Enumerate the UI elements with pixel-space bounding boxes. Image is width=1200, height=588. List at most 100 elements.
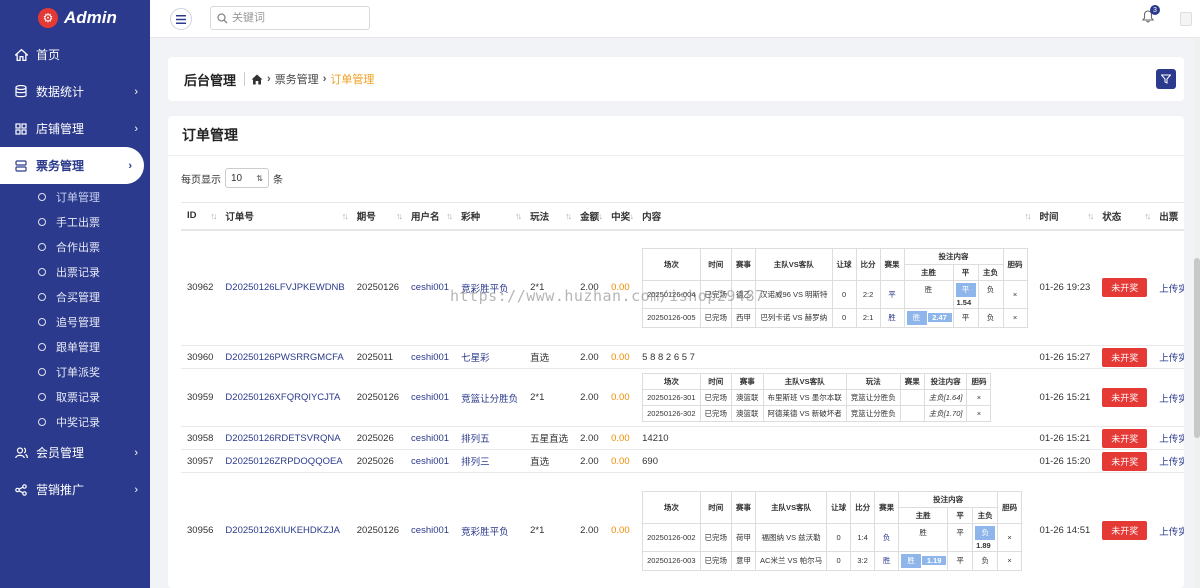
user-avatar[interactable] — [1180, 12, 1192, 26]
username-link[interactable]: ceshi001 — [405, 345, 456, 369]
sidebar-item-3[interactable]: 票务管理 › — [0, 147, 144, 184]
lottery-type-link[interactable]: 排列三 — [455, 449, 525, 473]
bet-option-cell: 负 1.89 — [972, 522, 999, 552]
column-header[interactable]: 期号 ↑↓ — [350, 202, 406, 231]
column-header[interactable]: 内容 ↑↓ — [636, 202, 1034, 231]
breadcrumb-item[interactable]: 票务管理 — [275, 71, 319, 87]
order-number-link[interactable]: D20250126LFVJPKEWDNB — [219, 229, 351, 346]
bet-option: 平 — [956, 527, 964, 537]
sort-icon[interactable]: ↑↓ — [396, 211, 403, 221]
search-box[interactable] — [210, 6, 370, 30]
sidebar-item-5[interactable]: 营销推广 › — [0, 471, 150, 508]
sidebar-item-4[interactable]: 会员管理 › — [0, 434, 150, 471]
upload-ticket-link[interactable]: 上传实票 — [1153, 426, 1184, 450]
column-header[interactable]: 状态 ↑↓ — [1096, 202, 1154, 231]
sort-icon[interactable]: ↑↓ — [596, 211, 603, 221]
filter-button[interactable] — [1156, 69, 1176, 89]
sort-icon[interactable]: ↑↓ — [1144, 211, 1151, 221]
inner-column-header: 投注内容 — [903, 247, 1004, 265]
column-header[interactable]: ID ↑↓ — [181, 202, 220, 231]
sub-item-6[interactable]: 跟单管理 — [0, 334, 150, 359]
sub-item-4[interactable]: 合买管理 — [0, 284, 150, 309]
order-number-link[interactable]: D20250126XFQRQIYCJTA — [219, 368, 351, 427]
scrollbar-thumb[interactable] — [1194, 258, 1200, 438]
status-badge[interactable]: 未开奖 — [1102, 521, 1148, 540]
page-size-select[interactable]: 10 ⇅ — [225, 168, 269, 188]
match-match: 20250126-302 — [642, 405, 701, 422]
menu-toggle-button[interactable] — [170, 8, 192, 30]
order-number-link[interactable]: D20250126ZRPDOQQOEA — [219, 449, 351, 473]
lottery-type-link[interactable]: 竞彩胜平负 — [455, 472, 525, 588]
bet-detail-table: 场次 时间 赛事 主队VS客队 让球 比分 赛果 投注内容 胆码 主胜平主负 20250126-00… — [642, 490, 1023, 571]
column-header[interactable]: 出票↑↓ — [1153, 202, 1184, 231]
sort-icon[interactable]: ↑↓ — [342, 211, 349, 221]
order-number-link[interactable]: D20250126RDETSVRQNA — [219, 426, 351, 450]
search-input[interactable] — [232, 12, 352, 24]
table-row[interactable]: 30959 D20250126XFQRQIYCJTA 20250126 ceshi00… — [181, 368, 1184, 427]
sidebar-item-2[interactable]: 店铺管理 › — [0, 110, 150, 147]
sub-item-5[interactable]: 追号管理 — [0, 309, 150, 334]
column-header[interactable]: 中奖 ↑↓ — [605, 202, 637, 231]
notification-button[interactable]: 3 — [1141, 5, 1160, 26]
username-link[interactable]: ceshi001 — [405, 426, 456, 450]
lottery-type-link[interactable]: 排列五 — [455, 426, 525, 450]
sub-item-1[interactable]: 手工出票 — [0, 209, 150, 234]
status-cell: 未开奖 — [1096, 472, 1154, 588]
lottery-type-link[interactable]: 竞篮让分胜负 — [455, 368, 525, 427]
status-badge[interactable]: 未开奖 — [1102, 388, 1148, 407]
lottery-type-link[interactable]: 竞彩胜平负 — [455, 229, 525, 346]
username-link[interactable]: ceshi001 — [405, 472, 456, 588]
sort-icon[interactable]: ↑↓ — [627, 211, 634, 221]
grid-icon — [14, 122, 28, 136]
upload-ticket-link[interactable]: 上传实票 — [1153, 229, 1184, 346]
status-badge[interactable]: 未开奖 — [1102, 347, 1148, 367]
circle-icon — [38, 317, 46, 326]
column-header-label: 内容 — [642, 211, 662, 223]
upload-ticket-link[interactable]: 上传实票 — [1153, 345, 1184, 369]
column-header[interactable]: 玩法 ↑↓ — [524, 202, 575, 231]
sub-item-0[interactable]: 订单管理 — [0, 184, 150, 209]
sort-icon[interactable]: ↑↓ — [1087, 211, 1094, 221]
sort-icon[interactable]: ↑↓ — [565, 211, 572, 221]
sort-icon[interactable]: ↑↓ — [446, 211, 453, 221]
sidebar-item-0[interactable]: 首页 — [0, 36, 150, 73]
status-badge[interactable]: 未开奖 — [1102, 278, 1148, 298]
sort-icon[interactable]: ↑↓ — [515, 211, 522, 221]
sub-item-9[interactable]: 中奖记录 — [0, 409, 150, 434]
brand[interactable]: ⚙ Admin — [0, 0, 150, 36]
upload-ticket-link[interactable]: 上传实票 — [1153, 449, 1184, 473]
lottery-type-link[interactable]: 七星彩 — [455, 345, 525, 369]
match-teams: 阿德莱德 VS 新破坏者 — [762, 405, 847, 422]
status-badge[interactable]: 未开奖 — [1102, 451, 1148, 471]
circle-icon — [38, 267, 46, 276]
column-header[interactable]: 时间 ↑↓ — [1033, 202, 1097, 231]
sub-item-2[interactable]: 合作出票 — [0, 234, 150, 259]
username-link[interactable]: ceshi001 — [405, 449, 456, 473]
username-link[interactable]: ceshi001 — [405, 368, 456, 427]
order-number-link[interactable]: D20250126XIUKEHDKZJA — [219, 472, 351, 588]
status-badge[interactable]: 未开奖 — [1102, 428, 1148, 448]
order-number-link[interactable]: D20250126PWSRRGMCFA — [219, 345, 351, 369]
column-header[interactable]: 用户名 ↑↓ — [405, 202, 456, 231]
table-row[interactable]: 30957 D20250126ZRPDOQQOEA 2025026 ceshi001 排… — [181, 449, 1184, 473]
sub-item-3[interactable]: 出票记录 — [0, 259, 150, 284]
table-row[interactable]: 30958 D20250126RDETSVRQNA 2025026 ceshi001 排… — [181, 426, 1184, 450]
inner-column-header: 场次 — [642, 247, 701, 281]
match-result: 胜 — [874, 550, 900, 571]
table-row[interactable]: 30960 D20250126PWSRRGMCFA 2025011 ceshi001 七… — [181, 345, 1184, 369]
sidebar-item-1[interactable]: 数据统计 › — [0, 73, 150, 110]
home-icon[interactable] — [251, 74, 263, 85]
upload-ticket-link[interactable]: 上传实票 — [1153, 472, 1184, 588]
table-row[interactable]: 30956 D20250126XIUKEHDKZJA 20250126 ceshi00… — [181, 472, 1184, 588]
username-link[interactable]: ceshi001 — [405, 229, 456, 346]
sub-item-8[interactable]: 取票记录 — [0, 384, 150, 409]
column-header[interactable]: 订单号 ↑↓ — [219, 202, 351, 231]
page-scrollbar[interactable] — [1194, 38, 1200, 588]
column-header[interactable]: 彩种 ↑↓ — [455, 202, 525, 231]
upload-ticket-link[interactable]: 上传实票 — [1153, 368, 1184, 427]
table-row[interactable]: 30962 D20250126LFVJPKEWDNB 20250126 ceshi00… — [181, 229, 1184, 346]
sort-icon[interactable]: ↑↓ — [210, 211, 217, 221]
sub-item-7[interactable]: 订单派奖 — [0, 359, 150, 384]
column-header[interactable]: 金额 ↑↓ — [574, 202, 606, 231]
sort-icon[interactable]: ↑↓ — [1025, 211, 1032, 221]
